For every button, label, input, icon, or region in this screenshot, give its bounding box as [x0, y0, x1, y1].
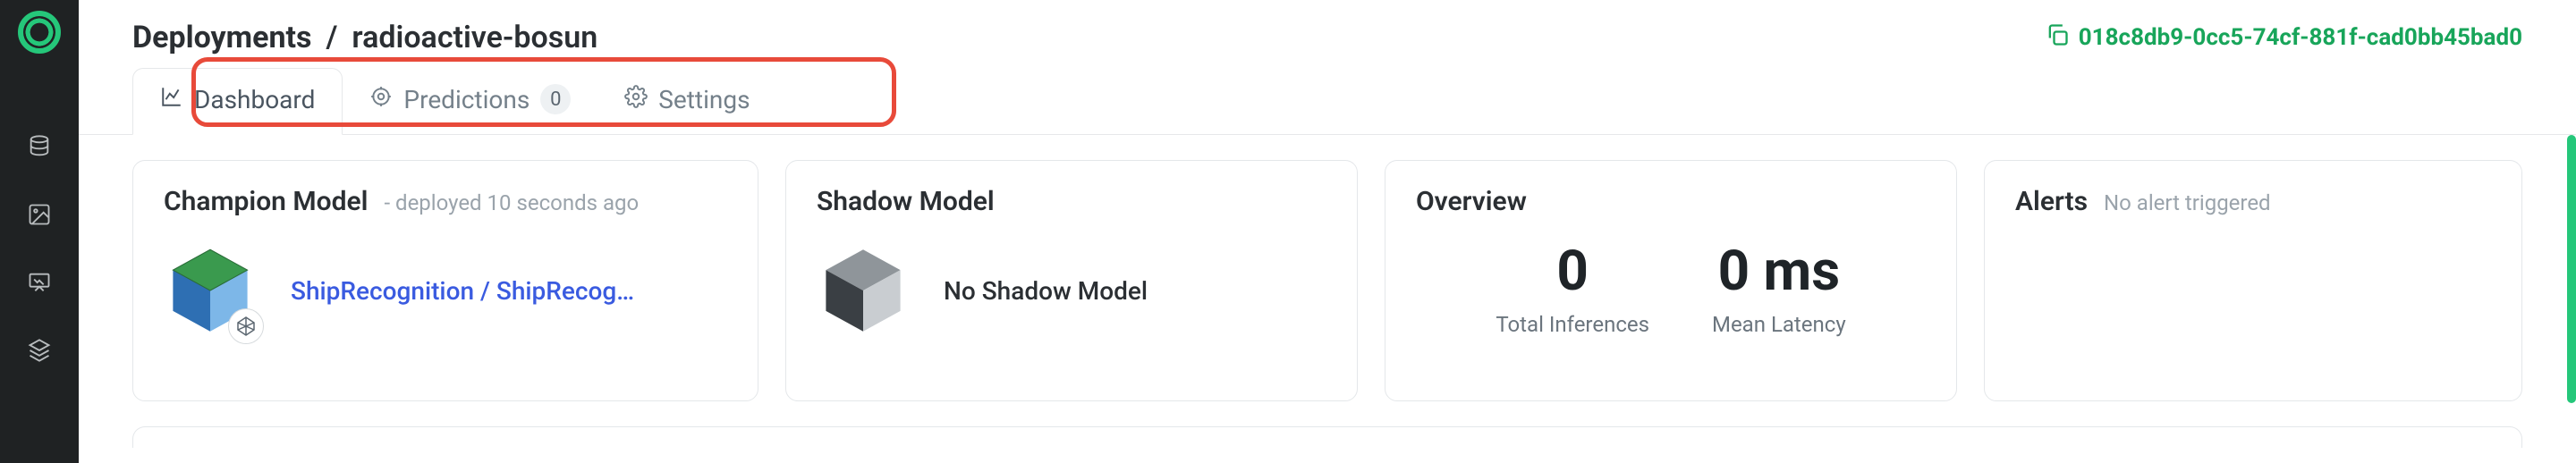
sidebar [0, 0, 79, 463]
sidebar-nav [27, 134, 52, 366]
predictions-count-badge: 0 [540, 84, 571, 114]
tab-predictions[interactable]: Predictions 0 [343, 68, 597, 134]
breadcrumb: Deployments / radioactive-bosun [132, 20, 597, 55]
shadow-cube-icon [817, 244, 910, 337]
stat-total-inferences: 0 Total Inferences [1496, 244, 1649, 337]
tab-predictions-label: Predictions [403, 85, 530, 114]
stat-mean-latency: 0 ms Mean Latency [1712, 244, 1846, 337]
overview-card: Overview 0 Total Inferences 0 ms Mean La… [1385, 160, 1957, 401]
main: Deployments / radioactive-bosun 018c8db9… [79, 0, 2576, 463]
champion-subtitle: - deployed 10 seconds ago [384, 190, 639, 215]
deployment-id-text: 018c8db9-0cc5-74cf-881f-cad0bb45bad0 [2079, 24, 2522, 51]
tab-settings[interactable]: Settings [597, 69, 776, 134]
database-icon[interactable] [27, 134, 52, 163]
mean-latency-value: 0 ms [1712, 244, 1846, 299]
alerts-none-text: No alert triggered [2104, 190, 2271, 215]
mean-latency-label: Mean Latency [1712, 312, 1846, 337]
copy-icon [2045, 22, 2070, 54]
app-logo[interactable] [18, 11, 61, 54]
breadcrumb-current: radioactive-bosun [352, 20, 597, 55]
presentation-icon[interactable] [27, 270, 52, 299]
champion-cube-icon [164, 244, 257, 337]
deployment-id-copy[interactable]: 018c8db9-0cc5-74cf-881f-cad0bb45bad0 [2045, 22, 2522, 54]
overview-title: Overview [1416, 186, 1527, 217]
shadow-card: Shadow Model No Shadow Model [785, 160, 1358, 401]
breadcrumb-root[interactable]: Deployments [132, 20, 311, 55]
alerts-title: Alerts [2015, 186, 2088, 217]
tab-dashboard-label: Dashboard [194, 85, 315, 114]
breadcrumb-sep: / [326, 20, 337, 55]
scrollbar[interactable] [2567, 135, 2576, 403]
champion-title: Champion Model [164, 186, 368, 217]
header: Deployments / radioactive-bosun 018c8db9… [79, 0, 2576, 55]
total-inferences-label: Total Inferences [1496, 312, 1649, 337]
content: Champion Model - deployed 10 seconds ago… [79, 135, 2576, 401]
total-inferences-value: 0 [1496, 244, 1649, 299]
chart-line-icon [160, 85, 183, 114]
tabs: Dashboard Predictions 0 Settings [79, 55, 2576, 135]
alerts-card: Alerts No alert triggered [1984, 160, 2522, 401]
image-icon[interactable] [27, 202, 52, 231]
tab-dashboard[interactable]: Dashboard [132, 68, 343, 135]
shadow-title: Shadow Model [817, 186, 995, 217]
gear-icon [624, 85, 648, 114]
champion-model-link[interactable]: ShipRecognition / ShipRecog… [291, 276, 634, 306]
shadow-none-text: No Shadow Model [944, 276, 1148, 306]
polyhedron-icon [228, 308, 264, 344]
champion-card: Champion Model - deployed 10 seconds ago… [132, 160, 758, 401]
tab-settings-label: Settings [658, 85, 750, 114]
layers-icon[interactable] [27, 338, 52, 366]
target-icon [369, 85, 393, 114]
next-card-peek [132, 426, 2522, 448]
